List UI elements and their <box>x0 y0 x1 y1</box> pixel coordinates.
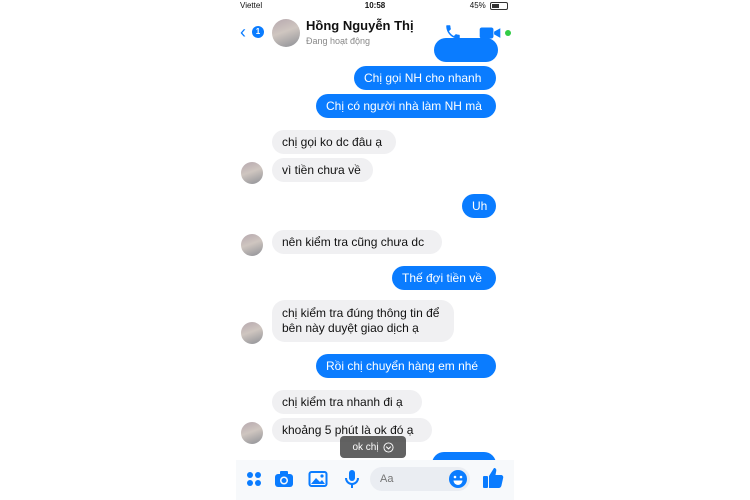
gallery-icon[interactable] <box>308 468 328 490</box>
composer-bar <box>236 460 514 500</box>
message-bubble-incoming[interactable]: nên kiểm tra cũng chưa dc <box>272 230 442 254</box>
unread-badge: 1 <box>252 26 264 38</box>
battery-status: 45% <box>470 1 508 10</box>
status-bar: Viettel 10:58 45% <box>236 0 514 12</box>
sender-avatar <box>241 322 263 344</box>
microphone-icon[interactable] <box>342 468 362 490</box>
quick-reply-toast[interactable]: ok chị <box>340 436 406 458</box>
battery-percent: 45% <box>469 1 486 10</box>
sender-avatar <box>241 162 263 184</box>
sender-avatar <box>241 422 263 444</box>
presence-status: Đang hoạt động <box>306 36 371 46</box>
message-bubble-outgoing[interactable]: Uh <box>462 194 496 218</box>
message-bubble-incoming[interactable]: chị kiểm tra nhanh đi ạ <box>272 390 422 414</box>
back-chevron-icon[interactable]: ‹ <box>240 23 246 41</box>
toast-label: ok chị <box>352 441 379 453</box>
battery-icon <box>490 1 508 10</box>
message-bubble-outgoing[interactable]: Rồi chị chuyển hàng em nhé <box>316 354 496 378</box>
apps-icon[interactable] <box>244 468 264 490</box>
message-bubble-incoming[interactable]: chị kiểm tra đúng thông tin để bên này d… <box>272 300 454 342</box>
online-dot <box>505 30 511 36</box>
message-bubble-outgoing[interactable]: Chị gọi NH cho nhanh <box>354 66 496 90</box>
message-bubble-outgoing[interactable]: Thế đợi tiền về <box>392 266 496 290</box>
message-bubble-incoming[interactable]: chị gọi ko dc đâu ạ <box>272 130 396 154</box>
message-bubble-cut <box>434 38 498 62</box>
emoji-icon[interactable] <box>448 469 468 489</box>
message-bubble-outgoing[interactable]: Chị có người nhà làm NH mà <box>316 94 496 118</box>
chevron-down-circle-icon <box>383 441 394 453</box>
message-bubble-incoming[interactable]: vì tiền chưa về <box>272 158 373 182</box>
thumbs-up-icon[interactable] <box>482 466 504 490</box>
contact-name[interactable]: Hồng Nguyễn Thị <box>306 18 414 33</box>
contact-avatar[interactable] <box>272 19 300 47</box>
sender-avatar <box>241 234 263 256</box>
camera-icon[interactable] <box>274 468 294 490</box>
messenger-screen: Viettel 10:58 45% ‹ 1 Hồng Nguyễn Thị Đa… <box>236 0 514 500</box>
